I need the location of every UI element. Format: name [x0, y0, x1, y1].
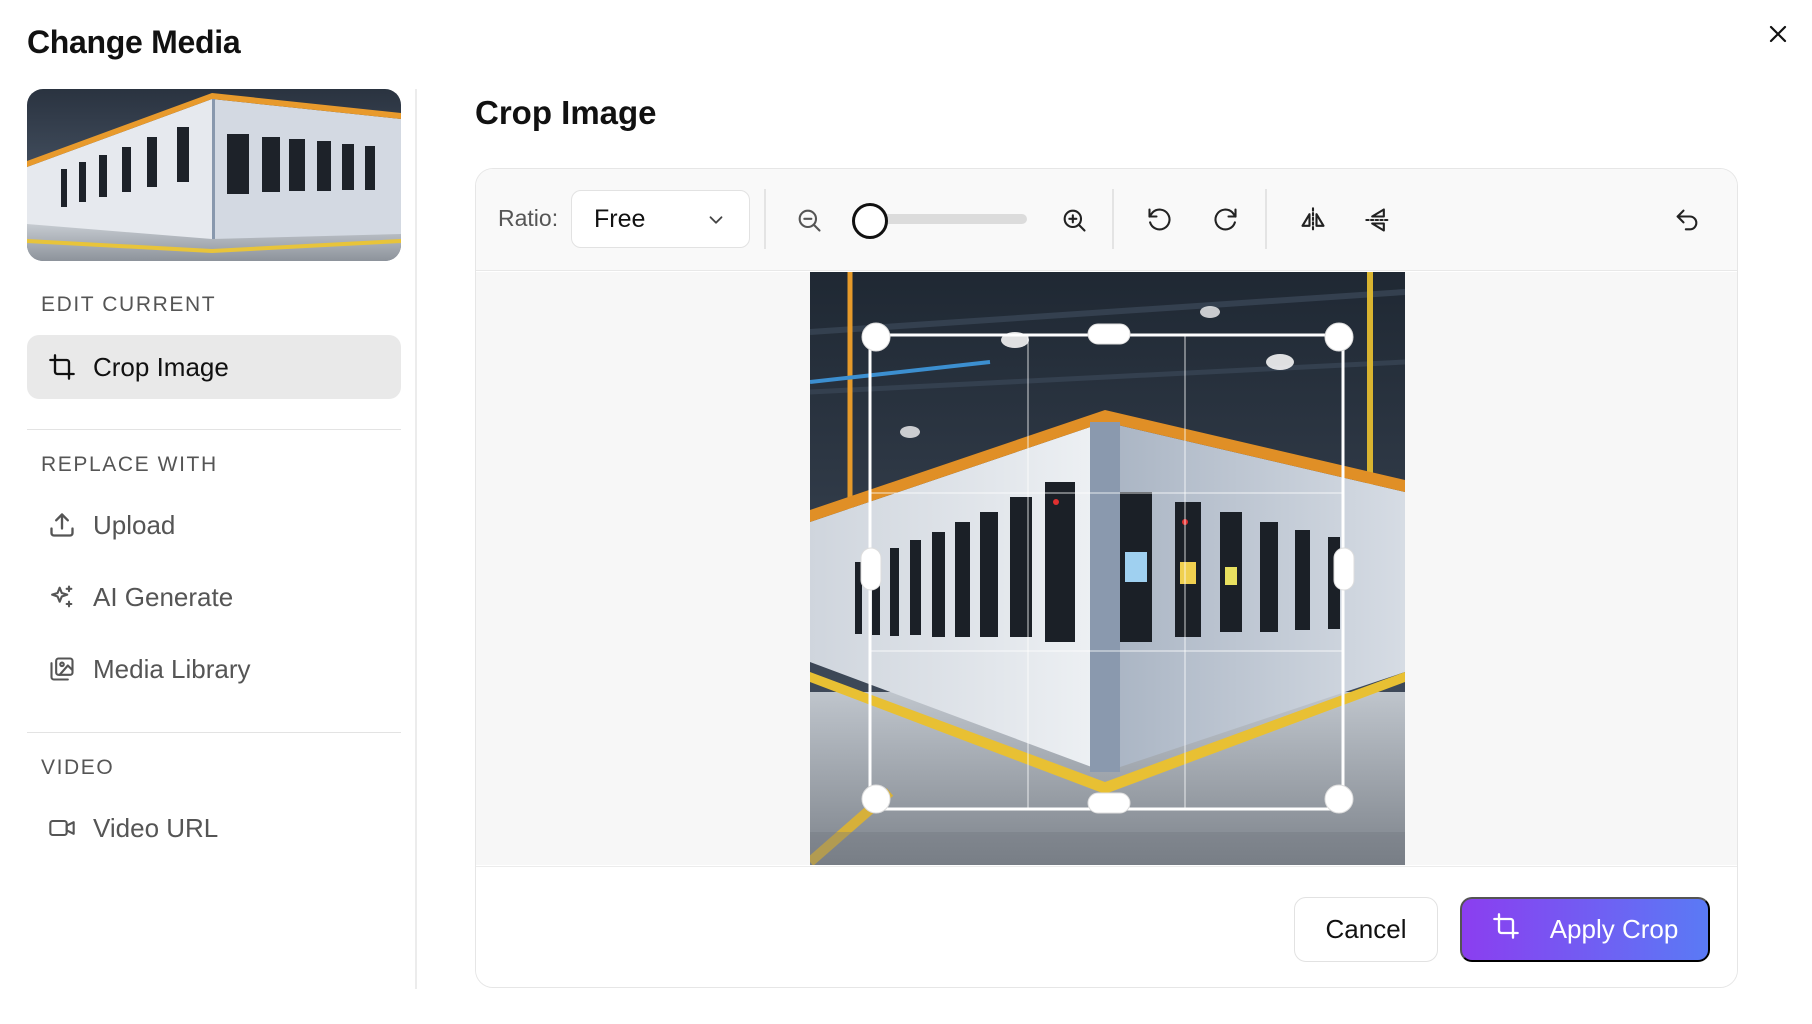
crop-canvas — [476, 272, 1737, 865]
crop-handle-top[interactable] — [1087, 323, 1131, 345]
crop-source-image — [810, 272, 1405, 865]
toolbar-divider — [1265, 189, 1267, 249]
crop-icon — [47, 352, 77, 382]
upload-icon — [47, 510, 77, 540]
undo-icon[interactable] — [1668, 201, 1706, 239]
sidebar-item-label: Crop Image — [93, 351, 229, 382]
current-image-thumbnail[interactable] — [27, 89, 401, 261]
divider — [27, 732, 401, 733]
section-label-replace-with: REPLACE WITH — [41, 453, 218, 476]
rotate-left-icon[interactable] — [1141, 201, 1179, 239]
crop-handle-bottom-left[interactable] — [861, 784, 891, 814]
ratio-label: Ratio: — [498, 205, 559, 231]
sidebar-item-media-library[interactable]: Media Library — [27, 637, 401, 701]
sidebar-item-video-url[interactable]: Video URL — [27, 796, 401, 860]
media-sidebar: EDIT CURRENT Crop Image REPLACE WITH Upl… — [27, 89, 401, 989]
sidebar-item-label: Video URL — [93, 812, 219, 843]
crop-handle-top-right[interactable] — [1324, 322, 1354, 352]
chevron-down-icon — [705, 209, 727, 238]
dialog-title: Change Media — [27, 24, 241, 60]
cancel-button[interactable]: Cancel — [1294, 897, 1438, 962]
flip-vertical-icon[interactable] — [1359, 201, 1397, 239]
toolbar-divider — [764, 189, 766, 249]
sparkles-icon — [47, 582, 77, 612]
apply-crop-button[interactable]: Apply Crop — [1460, 897, 1710, 962]
close-icon[interactable] — [1762, 18, 1794, 50]
crop-handle-bottom-right[interactable] — [1324, 784, 1354, 814]
sidebar-separator — [415, 89, 417, 989]
crop-handle-left[interactable] — [860, 547, 882, 591]
crop-handle-top-left[interactable] — [861, 322, 891, 352]
section-label-edit-current: EDIT CURRENT — [41, 293, 217, 316]
zoom-out-icon[interactable] — [790, 201, 828, 239]
sidebar-item-label: AI Generate — [93, 581, 234, 612]
sidebar-item-label: Media Library — [93, 653, 251, 684]
crop-icon — [1492, 912, 1520, 947]
page-title: Crop Image — [475, 94, 657, 131]
crop-editor: Ratio: Free Cancel Apply Crop — [475, 168, 1738, 988]
section-label-video: VIDEO — [41, 756, 115, 779]
rotate-right-icon[interactable] — [1206, 201, 1244, 239]
crop-toolbar: Ratio: Free — [476, 169, 1737, 271]
zoom-in-icon[interactable] — [1055, 201, 1093, 239]
zoom-slider[interactable] — [852, 203, 1027, 239]
ratio-value: Free — [594, 204, 646, 233]
sidebar-item-crop-image[interactable]: Crop Image — [27, 335, 401, 399]
sidebar-item-ai-generate[interactable]: AI Generate — [27, 565, 401, 629]
apply-crop-label: Apply Crop — [1549, 914, 1679, 944]
zoom-slider-thumb[interactable] — [852, 203, 888, 239]
divider — [27, 429, 401, 430]
sidebar-item-upload[interactable]: Upload — [27, 493, 401, 557]
crop-handle-bottom[interactable] — [1087, 792, 1131, 814]
sidebar-item-label: Upload — [93, 509, 176, 540]
change-media-dialog: Change Media EDIT CURRENT Crop Image REP… — [0, 0, 1812, 1024]
toolbar-divider — [1112, 189, 1114, 249]
ratio-select[interactable]: Free — [571, 190, 750, 248]
image-library-icon — [47, 654, 77, 684]
flip-horizontal-icon[interactable] — [1294, 201, 1332, 239]
crop-handle-right[interactable] — [1333, 547, 1355, 591]
video-icon — [47, 813, 77, 843]
editor-footer: Cancel Apply Crop — [476, 866, 1737, 987]
